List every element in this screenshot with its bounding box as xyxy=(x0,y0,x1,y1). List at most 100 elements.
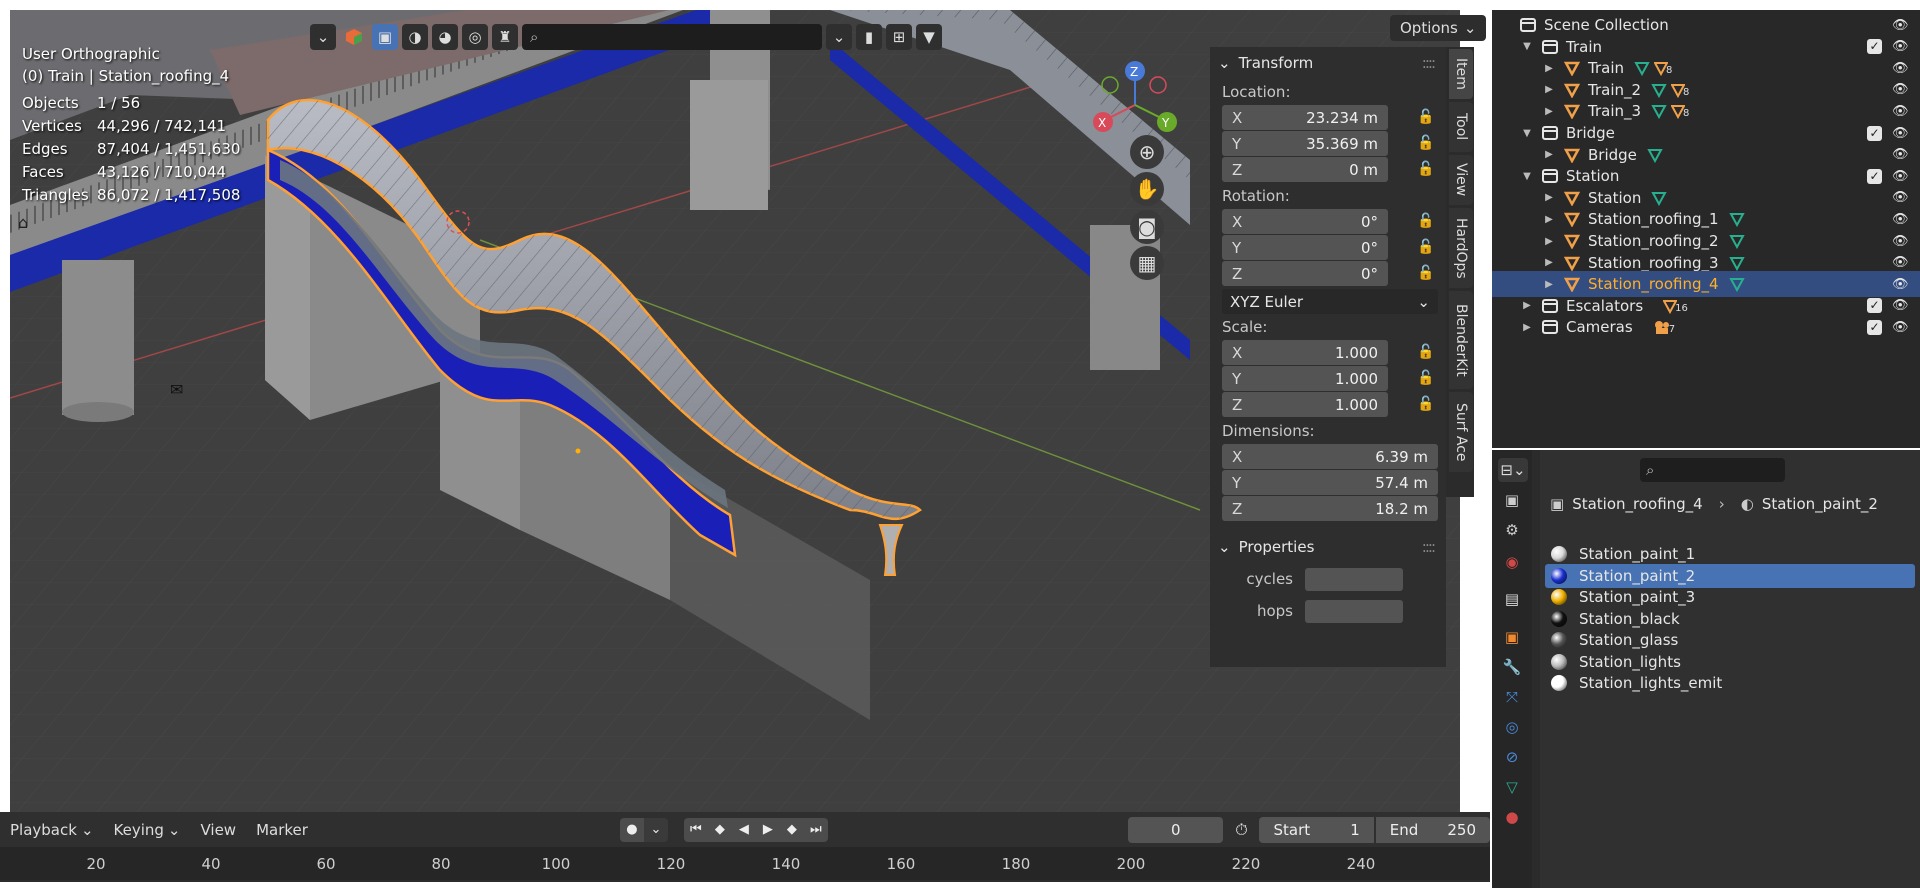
material-slot[interactable]: Station_lights_emit xyxy=(1545,671,1915,695)
exclude-checkbox[interactable]: ✓ xyxy=(1867,168,1882,184)
brush-icon[interactable]: ♜ xyxy=(492,24,518,50)
hops-field[interactable] xyxy=(1305,599,1403,623)
end-frame-field[interactable]: End 250 xyxy=(1375,816,1490,843)
lock-icon[interactable]: 🔓 xyxy=(1417,109,1435,127)
next-keyframe-icon[interactable]: ◆ xyxy=(779,817,804,842)
mesh-data-icon[interactable] xyxy=(1728,233,1745,249)
editor-type-icon[interactable]: ⊟⌄ xyxy=(1498,458,1528,482)
record-options-dropdown[interactable]: ⌄ xyxy=(643,817,668,842)
visibility-eye-icon[interactable]: 👁 xyxy=(1892,298,1909,313)
location-z-field[interactable]: Z0 m 🔓 xyxy=(1222,157,1434,182)
options-dropdown[interactable]: Options ⌄ xyxy=(1390,15,1487,41)
location-x-field[interactable]: X 23.234 m 🔓 xyxy=(1222,105,1434,130)
lock-icon[interactable]: 🔓 xyxy=(1417,239,1435,257)
particles-icon[interactable]: ⤧ xyxy=(1500,685,1524,709)
mesh-data-icon[interactable] xyxy=(1728,255,1745,271)
disclosure-triangle-icon[interactable]: ▶ xyxy=(1542,214,1556,225)
drag-grip-icon[interactable]: :::: xyxy=(1422,54,1436,72)
dimensions-y-field[interactable]: Y 57.4 m xyxy=(1222,470,1438,495)
child-objects-icon[interactable]: 8 xyxy=(1671,103,1689,120)
solid-shading-icon[interactable]: ◑ xyxy=(402,24,428,50)
lock-icon[interactable]: 🔓 xyxy=(1417,213,1435,231)
disclosure-triangle-icon[interactable]: ▶ xyxy=(1520,300,1534,311)
visibility-eye-icon[interactable]: 👁 xyxy=(1892,234,1909,249)
exclude-checkbox[interactable]: ✓ xyxy=(1867,39,1882,55)
tab-tool[interactable]: Tool xyxy=(1449,102,1473,152)
mesh-data-icon[interactable] xyxy=(1634,60,1650,77)
visibility-eye-icon[interactable]: 👁 xyxy=(1892,190,1909,205)
mesh-data-icon[interactable] xyxy=(1651,103,1667,120)
marker-menu[interactable]: Marker xyxy=(246,821,318,839)
overlay-dropdown[interactable]: ⌄ xyxy=(310,24,336,50)
transform-panel-header[interactable]: ⌄ Transform:::: xyxy=(1210,47,1446,79)
jump-end-icon[interactable]: ⏭ xyxy=(803,817,828,842)
properties-search-field[interactable]: ⌕ xyxy=(1640,458,1785,482)
material-slot[interactable]: Station_paint_3 xyxy=(1545,585,1915,609)
lock-icon[interactable]: 🔓 xyxy=(1417,370,1435,388)
render-icon[interactable]: ▣ xyxy=(1500,488,1524,512)
material-slot[interactable]: Station_black xyxy=(1545,607,1915,631)
constraints-icon[interactable]: ⊘ xyxy=(1500,745,1524,769)
stopwatch-icon[interactable]: ⏱ xyxy=(1229,818,1253,842)
disclosure-triangle-icon[interactable]: ▶ xyxy=(1542,84,1556,95)
playback-menu[interactable]: Playback ⌄ xyxy=(0,821,104,839)
rotation-z-field[interactable]: Z 0° 🔓 xyxy=(1222,261,1434,286)
tab-surf-ace[interactable]: Surf Ace xyxy=(1449,392,1473,472)
dimensions-z-field[interactable]: Z 18.2 m xyxy=(1222,496,1438,521)
visibility-eye-icon[interactable]: 👁 xyxy=(1892,82,1909,97)
exclude-checkbox[interactable]: ✓ xyxy=(1867,298,1882,314)
disclosure-triangle-icon[interactable]: ▶ xyxy=(1542,236,1556,247)
disclosure-triangle-icon[interactable]: ▼ xyxy=(1520,128,1534,139)
bookmark-icon[interactable]: ▮ xyxy=(856,24,882,50)
tab-hardops[interactable]: HardOps xyxy=(1449,208,1473,288)
play-reverse-icon[interactable]: ◀ xyxy=(731,817,756,842)
exclude-checkbox[interactable]: ✓ xyxy=(1867,125,1882,141)
visibility-eye-icon[interactable]: 👁 xyxy=(1892,39,1909,54)
visibility-eye-icon[interactable]: 👁 xyxy=(1892,255,1909,270)
disclosure-triangle-icon[interactable]: ▶ xyxy=(1520,322,1534,333)
camera-icon[interactable]: 7 xyxy=(1653,319,1675,335)
navigation-gizmo[interactable]: Z X Y xyxy=(1090,55,1180,145)
tool-icon[interactable]: ⚙ xyxy=(1500,518,1524,542)
drag-grip-icon[interactable]: :::: xyxy=(1422,538,1436,556)
disclosure-triangle-icon[interactable]: ▶ xyxy=(1542,192,1556,203)
material-slot[interactable]: Station_lights xyxy=(1545,650,1915,674)
object-icon[interactable]: ▣ xyxy=(1500,625,1524,649)
visibility-eye-icon[interactable]: 👁 xyxy=(1892,126,1909,141)
location-y-field[interactable]: Y 35.369 m 🔓 xyxy=(1222,131,1434,156)
visibility-eye-icon[interactable]: 👁 xyxy=(1892,61,1909,76)
dimensions-x-field[interactable]: X 6.39 m xyxy=(1222,444,1438,469)
rotation-y-field[interactable]: Y 0° 🔓 xyxy=(1222,235,1434,260)
tab-view[interactable]: View xyxy=(1449,155,1473,205)
disclosure-triangle-icon[interactable]: ▶ xyxy=(1542,106,1556,117)
timeline-ruler[interactable]: 20 40 60 80 100 120 140 160 180 200 220 … xyxy=(0,847,1490,880)
disclosure-triangle-icon[interactable]: ▼ xyxy=(1520,171,1534,182)
properties-panel-header[interactable]: ⌄ Properties:::: xyxy=(1210,531,1446,563)
material-icon[interactable]: ● xyxy=(1500,805,1524,829)
lock-icon[interactable]: 🔓 xyxy=(1417,161,1435,179)
keying-menu[interactable]: Keying ⌄ xyxy=(104,821,191,839)
scale-y-field[interactable]: Y 1.000 🔓 xyxy=(1222,366,1434,391)
record-button[interactable]: ● xyxy=(619,817,644,842)
physics-icon[interactable]: ◎ xyxy=(1500,715,1524,739)
mesh-data-icon[interactable] xyxy=(1728,211,1745,228)
scale-x-field[interactable]: X 1.000 🔓 xyxy=(1222,340,1434,365)
visibility-eye-icon[interactable]: 👁 xyxy=(1892,147,1909,162)
child-objects-icon[interactable]: 8 xyxy=(1654,60,1672,77)
material-slot[interactable]: Station_paint_1 xyxy=(1545,542,1915,566)
start-frame-field[interactable]: Start 1 xyxy=(1259,816,1374,843)
lock-icon[interactable]: 🔓 xyxy=(1417,396,1435,414)
visibility-eye-icon[interactable]: 👁 xyxy=(1892,18,1909,33)
lock-icon[interactable]: 🔓 xyxy=(1417,344,1435,362)
mesh-data-icon[interactable] xyxy=(1651,190,1668,206)
tab-item[interactable]: Item xyxy=(1449,49,1473,99)
filter-icon[interactable]: ▼ xyxy=(916,24,942,50)
lock-icon[interactable]: 🔓 xyxy=(1417,135,1435,153)
visibility-eye-icon[interactable]: 👁 xyxy=(1892,320,1909,335)
modifier-wrench-icon[interactable]: 🔧 xyxy=(1500,655,1524,679)
visibility-eye-icon[interactable]: 👁 xyxy=(1892,104,1909,119)
jump-start-icon[interactable]: ⏮ xyxy=(683,817,708,842)
collection-icon[interactable]: ▤ xyxy=(1500,587,1524,611)
child-objects-icon[interactable]: 8 xyxy=(1671,82,1689,98)
gizmo-color-icon[interactable] xyxy=(340,24,368,50)
